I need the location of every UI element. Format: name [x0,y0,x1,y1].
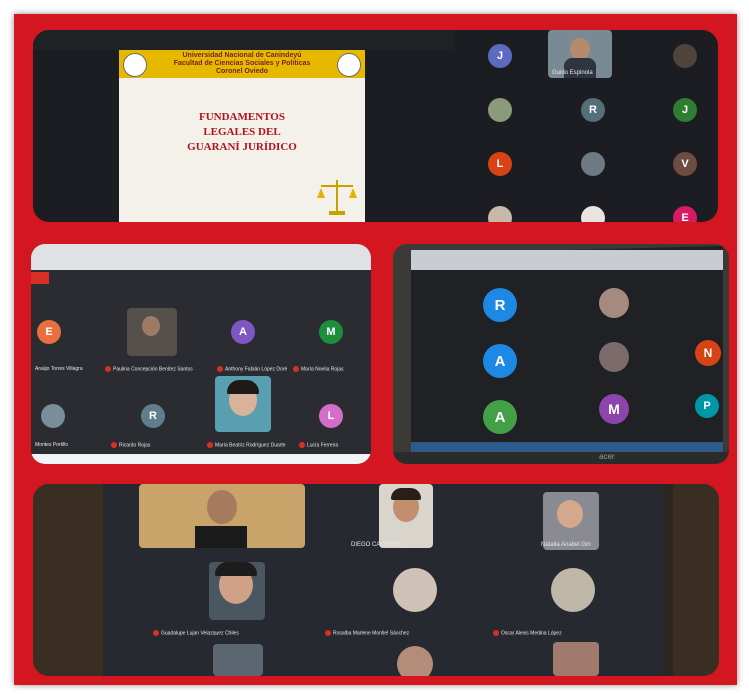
mic-muted-icon [207,442,213,448]
participant-avatar: N [695,340,721,366]
participant-video [213,644,263,676]
slide-header-band: Universidad Nacional de Canindeyú Facult… [119,50,365,78]
photo-collage: Universidad Nacional de Canindeyú Facult… [0,0,749,697]
slide-header-line-2: Facultad de Ciencias Sociales y Política… [173,60,311,67]
university-seal-left [123,53,147,77]
participant-avatar: M [319,320,343,344]
participant-name: DIEGO CACERES [351,542,402,548]
mic-muted-icon [493,630,499,636]
participant-video [379,484,433,548]
mic-muted-icon [153,630,159,636]
participant-video [127,308,177,356]
scales-of-justice-icon [317,180,357,215]
participant-name-row: Anthony Fabián López Doré [217,366,287,372]
participant-avatar: L [488,152,512,176]
participant-video [209,562,265,620]
laptop-bezel [393,452,729,464]
windows-taskbar [411,442,723,452]
slide-header-text: Universidad Nacional de Canindeyú Facult… [159,52,325,76]
browser-chrome [411,250,723,270]
participant-avatar: V [673,152,697,176]
room-left [33,484,103,676]
participant-name-row: Lucía Ferreira [299,442,338,448]
slide-header-line-1: Universidad Nacional de Canindeyú [182,52,302,59]
participant-photo-avatar [551,568,595,612]
room-right [673,484,719,676]
participant-avatar: J [488,44,512,68]
participant-photo-avatar [581,206,605,222]
participant-name-row: Ricardo Rojas [111,442,150,448]
participant-photo-avatar [393,568,437,612]
slide-title-line-3: GUARANÍ JURÍDICO [187,141,297,153]
meeting-screen-grid-2: DIEGO CACERES Natalia Anabel Gin Guadalu… [33,484,719,676]
participant-video [139,484,305,548]
participant-name-row: María Beatriz Rodríguez Duarte [207,442,286,448]
participant-avatar: E [673,206,697,222]
participant-photo-avatar [673,44,697,68]
mic-muted-icon [299,442,305,448]
red-background: Universidad Nacional de Canindeyú Facult… [14,14,737,685]
presenter-name: Guido Espinola [552,70,593,76]
participant-photo-avatar [581,152,605,176]
mic-muted-icon [325,630,331,636]
participant-name-row: Paulina Concepción Benítez Santos [105,366,193,372]
participant-video-presenter: Guido Espinola [548,30,612,78]
meeting-control-bar [31,454,371,464]
participant-photo-avatar [599,342,629,372]
participant-avatar: A [231,320,255,344]
participant-avatar: A [483,344,517,378]
slide-header-line-3: Coronel Oviedo [215,68,269,75]
laptop-screen-photo: R A N A M P acer [393,244,729,464]
meeting-header [31,270,371,286]
participant-name: Natalia Anabel Gin [541,542,591,548]
mic-muted-icon [105,366,111,372]
participant-avatar: R [581,98,605,122]
slide-title-line-1: FUNDAMENTOS [199,111,285,123]
participant-name-row: Rosalba Marlene Montiel Sánchez [325,630,409,636]
participant-name-row: Oscar Alexis Medina López [493,630,562,636]
participant-name-row: Guadalupe Lujan Velazquez Chiles [153,630,239,636]
participant-video [553,642,599,676]
mic-muted-icon [217,366,223,372]
meeting-screen-slides: Universidad Nacional de Canindeyú Facult… [33,30,718,222]
participant-avatar: E [37,320,61,344]
participant-name: Montes Portillo [35,442,69,448]
participant-avatar: R [483,288,517,322]
participant-photo-avatar [41,404,65,428]
laptop-display [411,245,723,455]
participant-video [215,376,271,432]
presentation-slide: Universidad Nacional de Canindeyú Facult… [119,50,365,222]
participant-avatar: M [599,394,629,424]
slide-title-line-2: LEGALES DEL [203,126,281,138]
participant-name: Araújo Torres Villagra [35,366,83,372]
participant-photo-avatar [397,646,433,676]
mic-muted-icon [111,442,117,448]
participant-avatar: P [695,394,719,418]
browser-chrome [31,244,371,270]
participant-photo-avatar [488,98,512,122]
recording-badge [31,272,49,284]
participant-photo-avatar [599,288,629,318]
presentation-toolbar [33,30,453,50]
meeting-screen-grid-1: E A M Araújo Torres Villagra Paulina Con… [31,244,371,464]
participant-avatar: J [673,98,697,122]
slide-title: FUNDAMENTOS LEGALES DEL GUARANÍ JURÍDICO [139,110,345,155]
participant-avatar: A [483,400,517,434]
university-seal-right [337,53,361,77]
mic-muted-icon [293,366,299,372]
participant-avatar: R [141,404,165,428]
participant-photo-avatar [488,206,512,222]
participant-name-row: María Noelia Rojas [293,366,344,372]
laptop-brand-logo: acer [599,452,615,461]
participant-avatar: L [319,404,343,428]
